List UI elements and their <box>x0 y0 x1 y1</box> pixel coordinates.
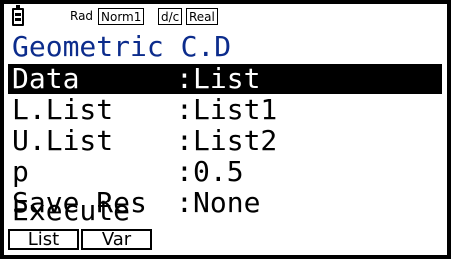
screen-title: Geometric C.D <box>12 30 232 63</box>
execute-row[interactable]: Execute <box>8 196 442 226</box>
f1-list-button[interactable]: List <box>8 229 79 250</box>
display-mode-indicator: Norm1 <box>98 8 145 25</box>
setting-label: U.List <box>12 124 114 157</box>
setting-label: p <box>12 155 29 188</box>
battery-icon <box>12 5 24 26</box>
setting-label: Data <box>12 62 80 95</box>
status-bar: Rad Norm1 d/c Real <box>8 5 442 30</box>
setting-row-lower-list[interactable]: L.List : List1 <box>8 95 442 125</box>
setting-separator: : <box>176 124 193 157</box>
setting-value: List <box>193 62 261 95</box>
setting-row-probability[interactable]: p : 0.5 <box>8 157 442 187</box>
angle-mode-indicator: Rad <box>70 9 94 23</box>
setting-separator: : <box>176 155 193 188</box>
setting-row-upper-list[interactable]: U.List : List2 <box>8 126 442 156</box>
setting-value: 0.5 <box>193 155 244 188</box>
f2-var-button[interactable]: Var <box>81 229 152 250</box>
setting-separator: : <box>176 62 193 95</box>
function-key-bar: List Var <box>8 229 442 251</box>
setting-row-data[interactable]: Data : List <box>8 64 442 94</box>
setting-value: List2 <box>193 124 278 157</box>
execute-label: Execute <box>12 194 131 227</box>
calculator-screen: Rad Norm1 d/c Real Geometric C.D Data : … <box>0 0 451 259</box>
setting-value: List1 <box>193 93 278 126</box>
setting-label: L.List <box>12 93 114 126</box>
setting-separator: : <box>176 93 193 126</box>
complex-mode-indicator: Real <box>186 8 218 25</box>
fraction-mode-indicator: d/c <box>158 8 183 25</box>
